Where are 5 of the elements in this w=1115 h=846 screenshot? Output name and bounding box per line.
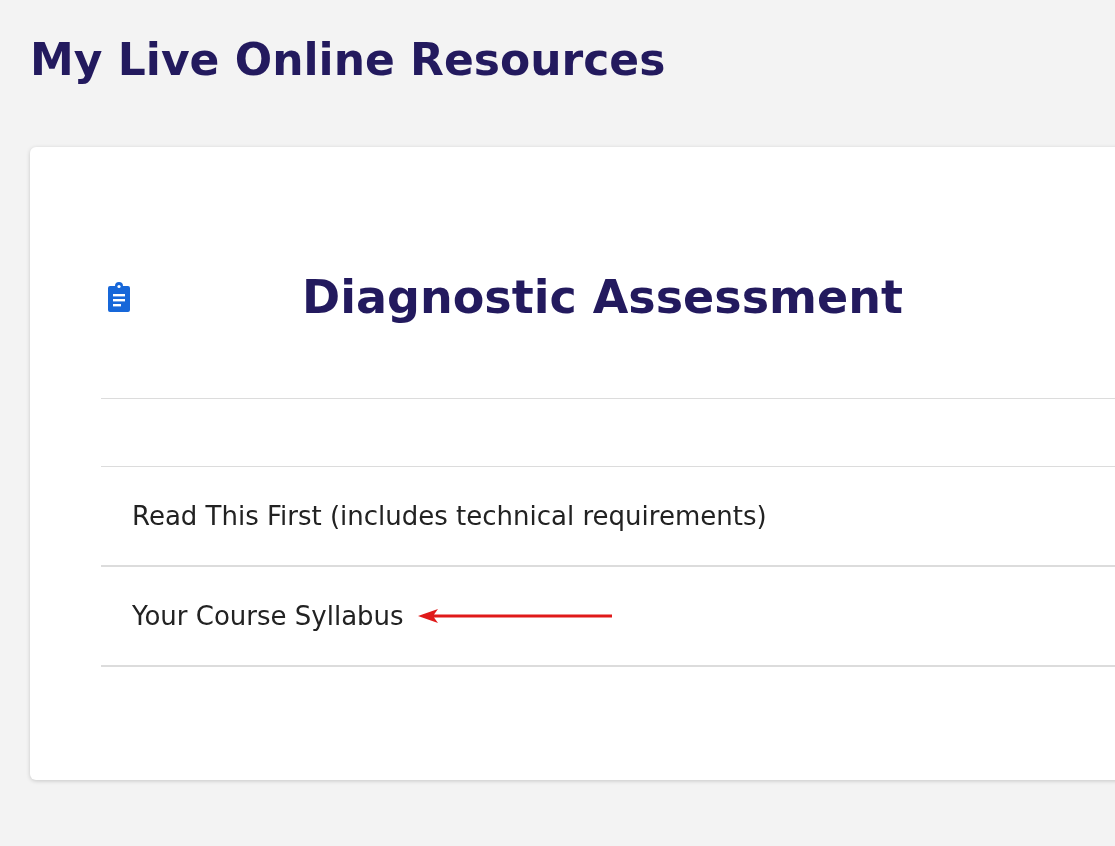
resource-link[interactable]: Your Course Syllabus	[132, 601, 404, 631]
card-heading: Diagnostic Assessment	[302, 269, 903, 326]
clipboard-icon	[107, 282, 131, 312]
page-title: My Live Online Resources	[30, 33, 666, 85]
resource-link[interactable]: Read This First (includes technical requirements)	[132, 501, 767, 531]
